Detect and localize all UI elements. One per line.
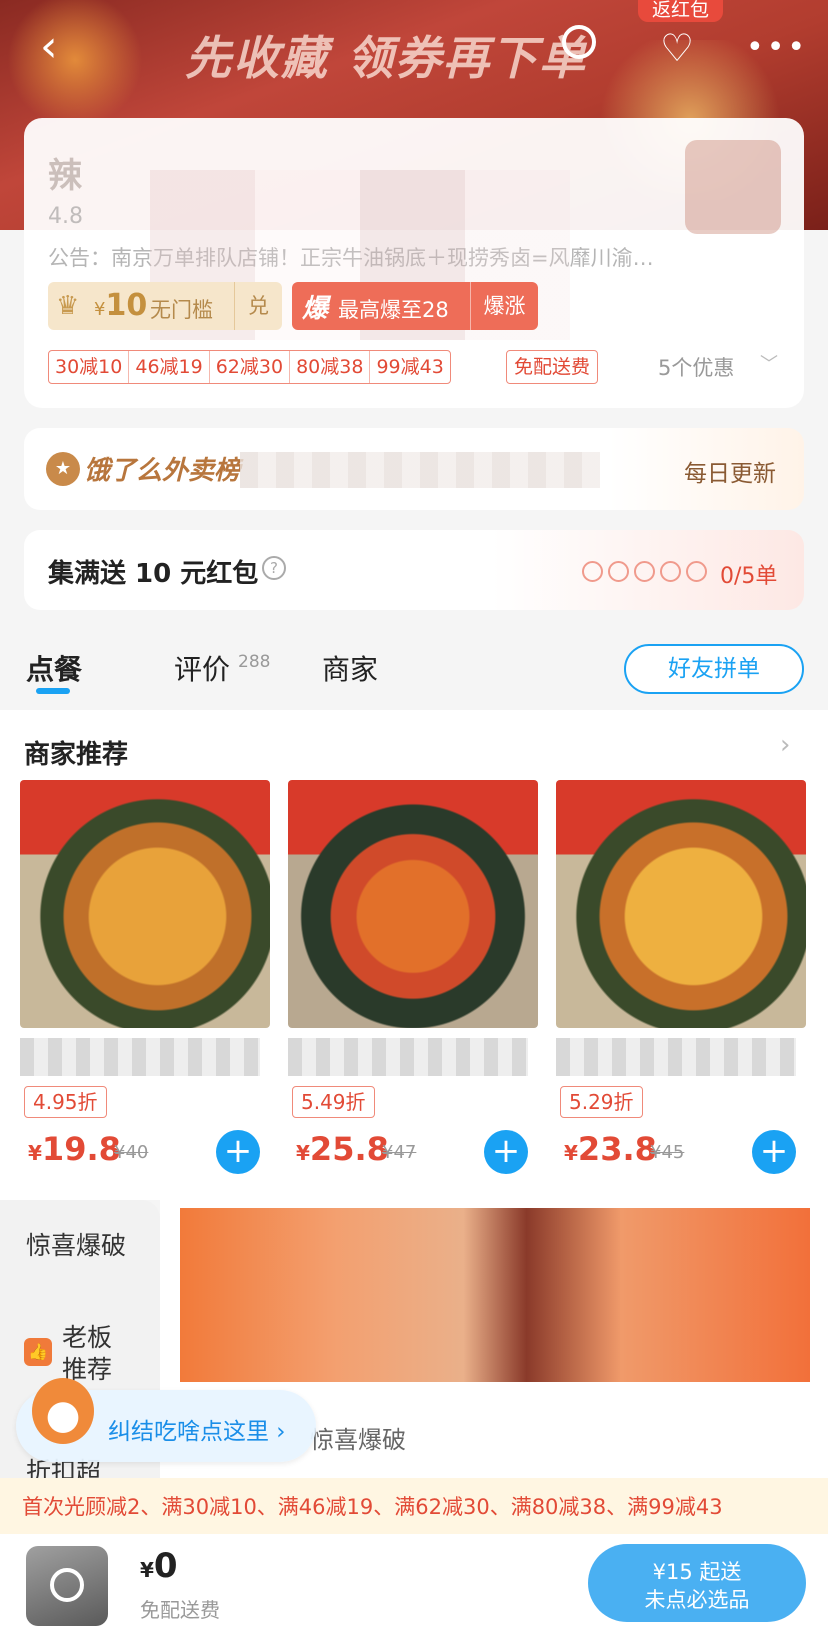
delivery-fee: 免配送费 — [140, 1598, 220, 1622]
help-icon[interactable]: ? — [262, 556, 286, 580]
original-price: ¥40 — [114, 1142, 149, 1163]
ranking-title: 饿了么外卖榜 — [84, 456, 241, 486]
back-arrow-icon[interactable]: ‹ — [40, 22, 70, 72]
tab-merchant[interactable]: 商家 — [322, 648, 378, 688]
boost-icon: 爆 — [302, 294, 329, 324]
shop-rating: 4.8 — [48, 204, 83, 229]
dish-name-obscured — [20, 1038, 260, 1076]
original-price: ¥45 — [650, 1142, 685, 1163]
progress-dot — [582, 561, 603, 582]
food-picker-text[interactable]: 纠结吃啥点这里 › — [108, 1412, 286, 1446]
promo-count[interactable]: 5个优惠 — [658, 352, 734, 382]
ranking-detail-obscured — [240, 452, 600, 488]
shop-logo[interactable] — [685, 140, 781, 234]
ranking-update: 每日更新 — [684, 461, 776, 487]
banner-title: 先收藏 领券再下单 — [185, 31, 588, 85]
favorite-icon[interactable]: ♡ — [660, 28, 704, 68]
cart-total: ¥0 — [140, 1546, 178, 1586]
required-item-hint: 未点必选品 — [644, 1588, 750, 1612]
sidebar-item-surprise[interactable]: 惊喜爆破 — [26, 1226, 126, 1262]
dish-image[interactable] — [556, 780, 806, 1028]
original-price: ¥47 — [382, 1142, 417, 1163]
collect-progress-dots — [582, 561, 707, 582]
sidebar-item-boss-recommend[interactable]: 老板推荐 — [62, 1322, 132, 1386]
progress-dot — [634, 561, 655, 582]
discount-badge: 5.29折 — [560, 1086, 643, 1118]
coupon-desc: 无门槛 — [150, 298, 213, 322]
shiba-mascot-icon[interactable] — [32, 1378, 94, 1444]
dish-name-obscured — [556, 1038, 796, 1076]
progress-dot — [660, 561, 681, 582]
coupon-exchange-button[interactable]: 兑 — [234, 282, 282, 330]
discount-badge: 5.49折 — [292, 1086, 375, 1118]
shop-name: 辣 — [48, 156, 82, 196]
boost-coupon[interactable]: 爆 最高爆至28 爆涨 — [292, 282, 538, 330]
free-delivery-tag: 免配送费 — [506, 350, 599, 384]
eleme-logo-icon — [50, 1568, 84, 1602]
search-icon[interactable] — [562, 25, 596, 59]
promo-strip-text: 首次光顾减2、满30减10、满46减19、满62减30、满80减38、满99减4… — [22, 1495, 723, 1519]
chevron-right-icon[interactable]: › — [780, 730, 790, 760]
category-banner-image[interactable] — [180, 1208, 810, 1382]
reviews-count: 288 — [238, 652, 271, 672]
dish-price: ¥25.8 — [296, 1130, 389, 1168]
boost-button[interactable]: 爆涨 — [470, 282, 538, 330]
collect-title: 集满送 10 元红包 — [48, 559, 259, 589]
discount-tag: 30减10 — [49, 351, 130, 383]
collect-progress: 0/5单 — [720, 564, 778, 589]
dish-price: ¥19.8 — [28, 1130, 121, 1168]
coupon-no-threshold[interactable]: ♛ ¥10 无门槛 兑 — [48, 282, 282, 330]
dish-price: ¥23.8 — [564, 1130, 657, 1168]
boost-text: 最高爆至28 — [338, 298, 449, 322]
checkout-button[interactable]: ¥15 起送 未点必选品 — [588, 1544, 806, 1622]
discount-tag: 99减43 — [376, 356, 444, 378]
more-icon[interactable]: ••• — [746, 30, 808, 65]
dish-image[interactable] — [288, 780, 538, 1028]
discount-tags[interactable]: 30减10 46减19 62减30 80减38 99减43 — [48, 350, 451, 384]
thumbs-up-icon: 👍 — [24, 1338, 52, 1366]
add-to-cart-button[interactable]: + — [484, 1130, 528, 1174]
add-to-cart-button[interactable]: + — [216, 1130, 260, 1174]
coupon-amount: ¥10 — [94, 288, 148, 323]
banner-glow — [0, 0, 150, 120]
return-redpacket-badge: 返红包 — [638, 0, 724, 22]
dish-name-obscured — [288, 1038, 528, 1076]
discount-tag: 46减19 — [129, 351, 210, 383]
discount-badge: 4.95折 — [24, 1086, 107, 1118]
medal-icon: ★ — [46, 452, 80, 486]
recommend-title: 商家推荐 — [24, 740, 129, 770]
tab-reviews[interactable]: 评价 — [174, 648, 230, 688]
discount-tag: 62减30 — [210, 351, 291, 383]
group-order-button[interactable]: 好友拼单 — [624, 644, 804, 694]
tab-active-indicator — [36, 688, 70, 694]
min-order: ¥15 起送 — [652, 1560, 742, 1584]
discount-tag: 80减38 — [290, 351, 371, 383]
tab-order[interactable]: 点餐 — [26, 648, 82, 688]
dish-image[interactable] — [20, 780, 270, 1028]
add-to-cart-button[interactable]: + — [752, 1130, 796, 1174]
section-label: 惊喜爆破 — [310, 1426, 406, 1454]
crown-icon: ♛ — [56, 291, 80, 321]
progress-dot — [608, 561, 629, 582]
chevron-down-icon[interactable]: ﹀ — [760, 350, 778, 376]
progress-dot — [686, 561, 707, 582]
